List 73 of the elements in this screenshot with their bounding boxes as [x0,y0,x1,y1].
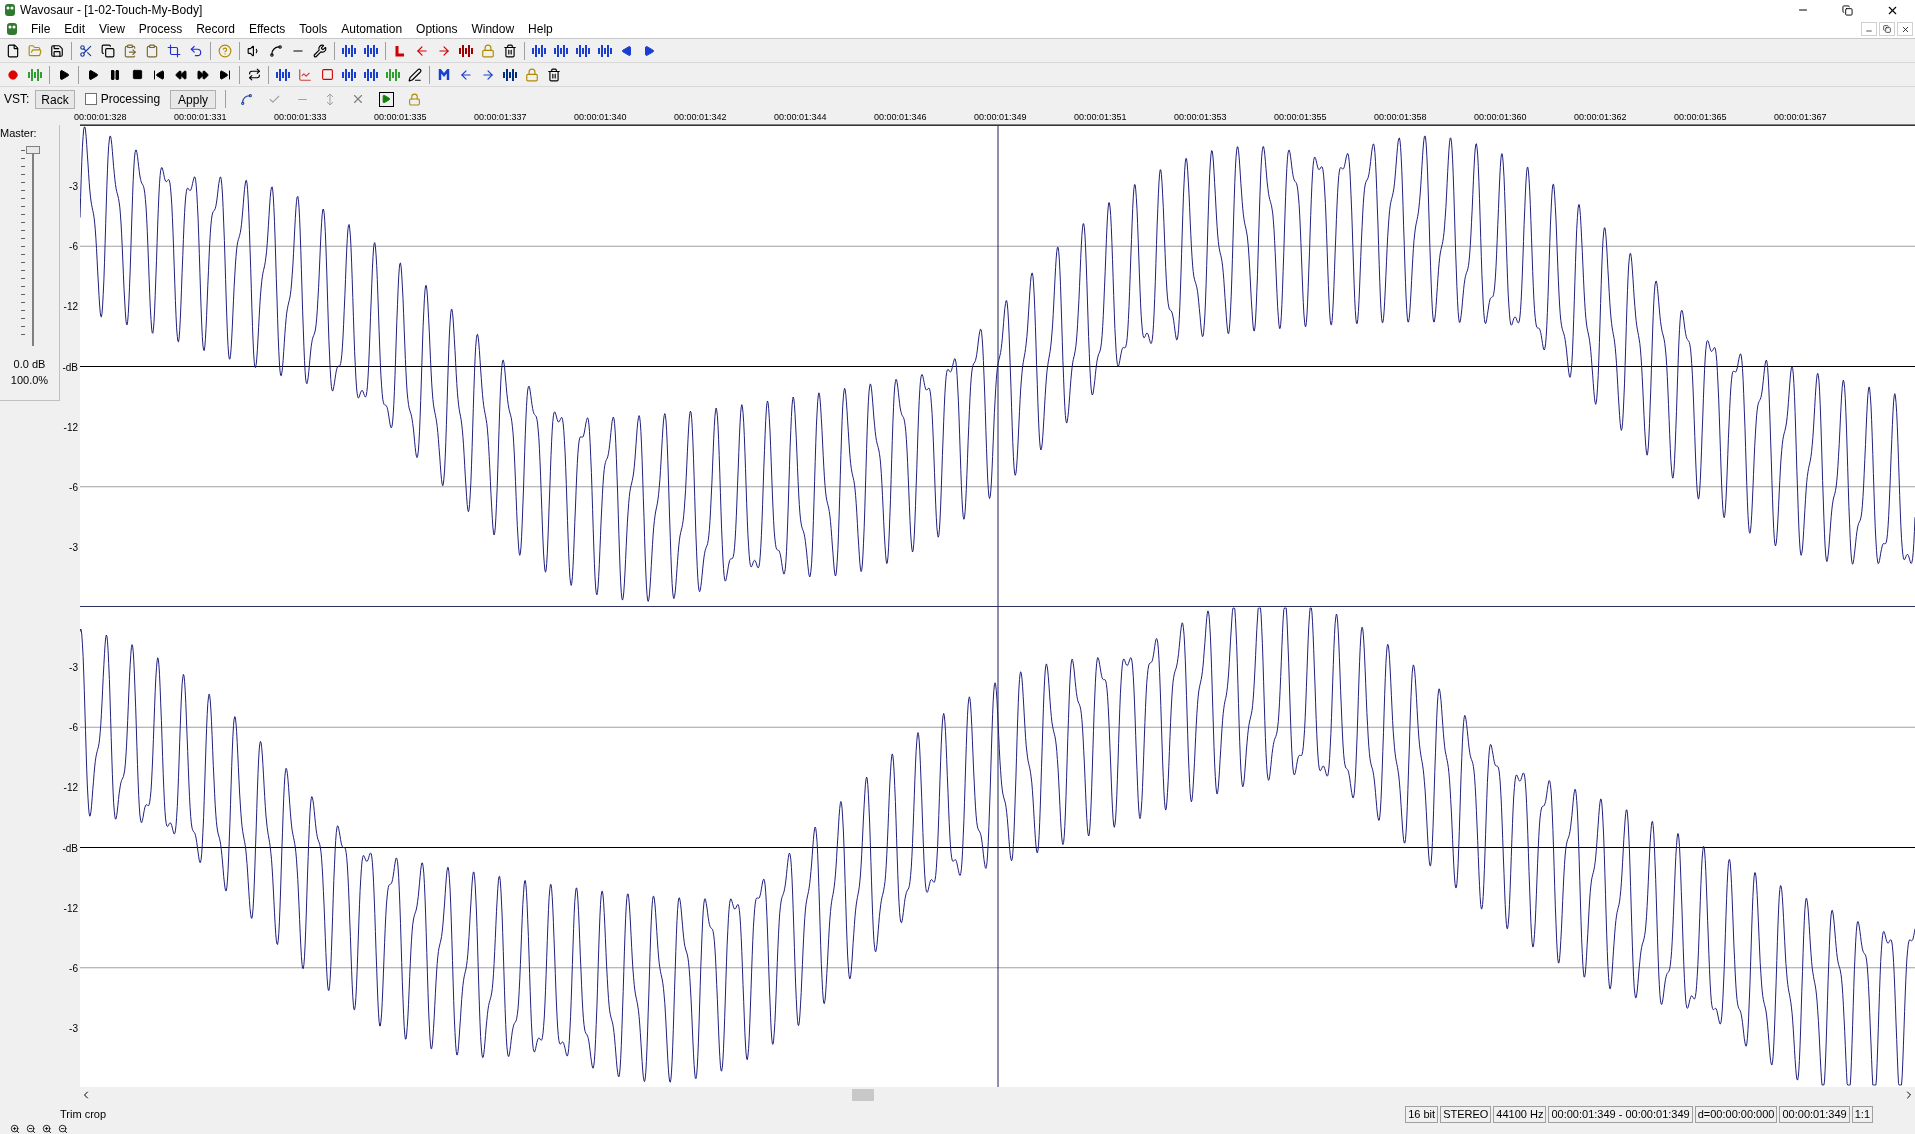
waveform-view[interactable] [80,125,1915,606]
menu-item[interactable]: Edit [57,20,93,38]
menu-item[interactable]: Options [409,20,465,38]
zoom-out-icon [26,1124,36,1134]
level-label: -6 [69,961,78,976]
status-field: 44100 Hz [1493,1105,1547,1123]
child-restore-button[interactable] [1879,22,1895,36]
status-field: 00:00:01:349 [1779,1105,1850,1123]
menu-item[interactable]: Effects [241,20,293,38]
menu-item[interactable]: Automation [334,20,410,38]
status-message: Trim crop [60,1106,107,1122]
scroll-thumb[interactable] [852,1089,874,1101]
time-label: 00:00:01:333 [274,111,327,124]
level-label: -dB [62,360,78,375]
master-db-value: 0.0 dB [13,356,46,372]
time-label: 00:00:01:358 [1374,111,1427,124]
time-label: 00:00:01:344 [774,111,827,124]
time-label: 00:00:01:355 [1274,111,1327,124]
close-icon [1900,24,1910,34]
level-label: -12 [63,781,78,796]
level-label: -12 [63,420,78,435]
level-label: -dB [62,841,78,856]
time-label: 00:00:01:351 [1074,111,1127,124]
menu-item[interactable]: File [24,20,58,38]
status-field: d=00:00:00:000 [1694,1105,1778,1123]
vst-label: VST: [4,91,30,108]
zoom-in-icon [42,1124,52,1134]
restore-icon [1842,4,1853,16]
level-label: -3 [69,661,78,676]
level-label: -12 [63,300,78,315]
level-label: -6 [69,240,78,255]
time-label: 00:00:01:337 [474,111,527,124]
level-label: -3 [69,540,78,555]
time-label: 00:00:01:340 [574,111,627,124]
time-label: 00:00:01:365 [1674,111,1727,124]
menu-item[interactable]: View [92,20,132,38]
menu-item[interactable]: Help [521,20,560,38]
zoom-in-icon [10,1124,20,1134]
menu-item[interactable]: Record [189,20,242,38]
zoom-out-icon [58,1124,68,1134]
child-close-button[interactable] [1897,22,1913,36]
time-label: 00:00:01:342 [674,111,727,124]
apply-button[interactable]: Apply [170,89,217,109]
time-label: 00:00:01:328 [74,111,127,124]
level-label: -6 [69,721,78,736]
level-label: -3 [69,1021,78,1036]
status-field: 1:1 [1851,1105,1873,1123]
menu-item[interactable]: Tools [292,20,335,38]
time-label: 00:00:01:335 [374,111,427,124]
menu-item[interactable]: Window [464,20,522,38]
time-label: 00:00:01:367 [1774,111,1827,124]
time-label: 00:00:01:331 [174,111,227,124]
time-label: 00:00:01:349 [974,111,1027,124]
status-field: STEREO [1440,1105,1492,1123]
menu-item[interactable]: Process [131,20,190,38]
app-logo-icon [3,3,17,17]
rack-button[interactable]: Rack [35,89,75,109]
master-percent-value: 100.0% [10,373,49,388]
minimize-icon [1865,27,1873,35]
processing-checkbox[interactable]: Processing [80,90,165,108]
waveform-view[interactable] [80,606,1915,1087]
time-label: 00:00:01:362 [1574,111,1627,124]
restore-icon [1883,25,1891,33]
level-label: -12 [63,901,78,916]
time-label: 00:00:01:360 [1474,111,1527,124]
level-label: -6 [69,480,78,495]
master-label: Master: [0,126,37,141]
time-label: 00:00:01:353 [1174,111,1227,124]
time-label: 00:00:01:346 [874,111,927,124]
status-field: 16 bit [1405,1105,1439,1123]
window-title: Wavosaur - [1-02-Touch-My-Body] [20,2,203,19]
level-label: -3 [69,180,78,195]
status-field: 00:00:01:349 - 00:00:01:349 [1548,1105,1693,1123]
